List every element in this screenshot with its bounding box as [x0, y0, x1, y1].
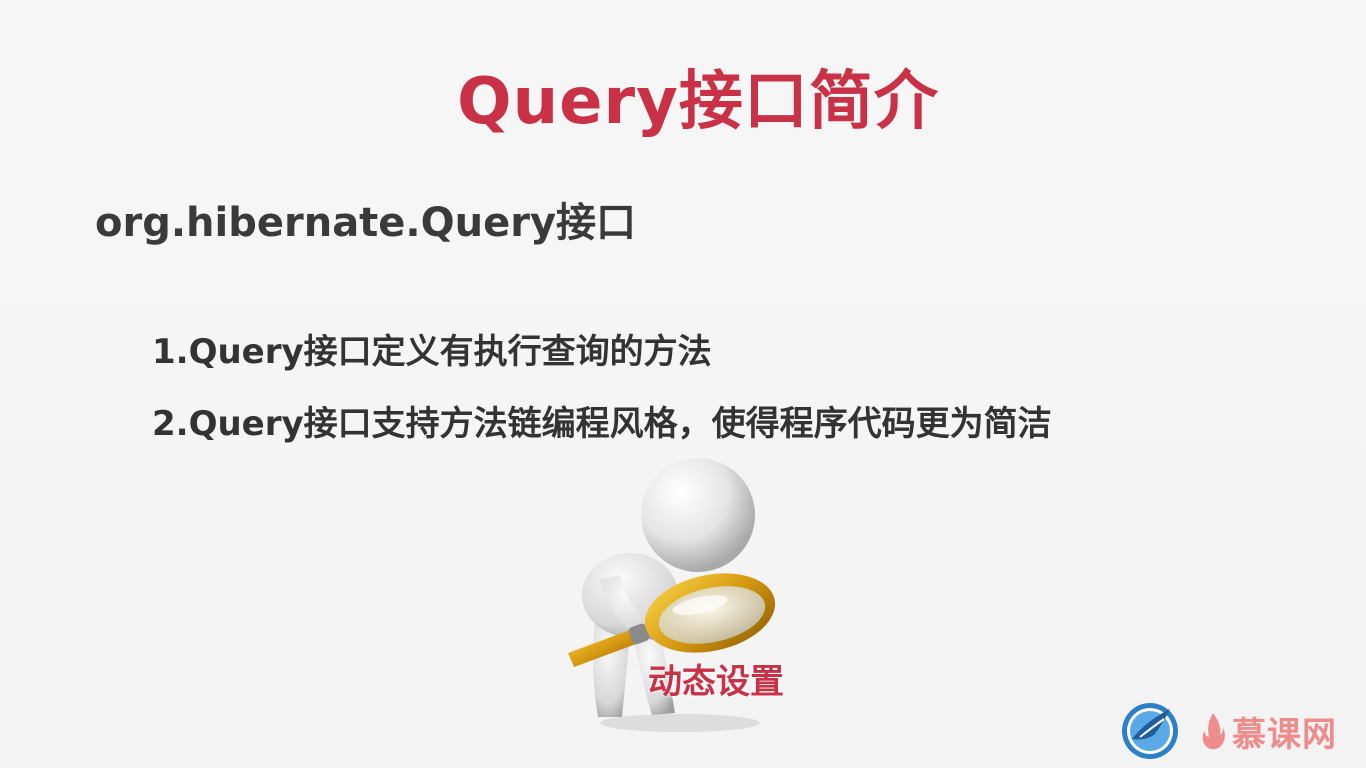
bullet-point-1: 1.Query接口定义有执行查询的方法: [152, 332, 712, 372]
imooc-watermark: 慕课网: [1120, 700, 1360, 762]
watermark-text: 慕课网: [1232, 714, 1337, 755]
slide: Query接口简介 org.hibernate.Query接口 1.Query接…: [0, 0, 1366, 768]
slide-title: Query接口简介: [457, 65, 939, 139]
slide-subtitle: org.hibernate.Query接口: [95, 200, 637, 246]
figure-caption: 动态设置: [648, 662, 784, 702]
imooc-bird-logo-icon: [1122, 703, 1178, 759]
flame-icon: [1202, 713, 1225, 750]
bullet-point-2: 2.Query接口支持方法链编程风格，使得程序代码更为简洁: [152, 404, 1052, 444]
